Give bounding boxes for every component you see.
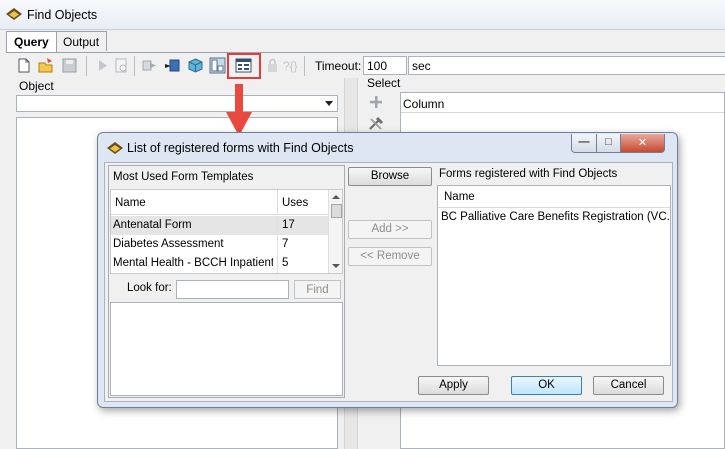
save-icon[interactable] xyxy=(61,57,78,74)
tools-icon[interactable] xyxy=(367,116,385,132)
ok-button[interactable]: OK xyxy=(511,376,582,395)
dialog-title: List of registered forms with Find Objec… xyxy=(127,141,354,155)
most-used-table[interactable]: Name Uses Antenatal Form 17 Diabetes Ass… xyxy=(110,189,343,274)
object-select[interactable] xyxy=(16,95,338,112)
timeout-input[interactable]: 100 xyxy=(363,56,407,75)
toolbar-highlight-box xyxy=(227,53,261,79)
scroll-thumb[interactable] xyxy=(331,204,342,218)
window-title: Find Objects xyxy=(27,8,98,22)
scroll-down-icon[interactable] xyxy=(332,264,340,268)
tab-query-label: Query xyxy=(14,35,49,49)
run-icon[interactable] xyxy=(94,57,111,74)
preview-icon[interactable] xyxy=(113,57,130,74)
maximize-icon: □ xyxy=(605,136,612,148)
find-button[interactable]: Find xyxy=(294,280,341,299)
form-name-cell: Mental Health - BCCH Inpatient... xyxy=(113,257,273,269)
column-header-name[interactable]: Name xyxy=(115,197,146,209)
main-title-bar: Find Objects xyxy=(0,0,725,30)
parameters-icon[interactable]: ?{} xyxy=(282,57,299,74)
look-for-input[interactable] xyxy=(176,280,289,299)
tab-output-label: Output xyxy=(63,35,100,49)
form-uses-cell: 7 xyxy=(277,235,328,254)
vertical-scrollbar[interactable] xyxy=(328,190,342,273)
dialog-app-icon xyxy=(107,142,123,154)
scroll-up-icon[interactable] xyxy=(332,195,340,199)
timeout-label: Timeout: xyxy=(315,59,362,73)
form-uses-cell: 5 xyxy=(277,254,328,273)
column-header-name[interactable]: Name xyxy=(438,186,670,208)
toolbar-separator xyxy=(86,56,87,76)
table-row[interactable]: Antenatal Form 17 xyxy=(111,216,328,235)
red-arrow-pointer xyxy=(226,84,252,136)
apply-button[interactable]: Apply xyxy=(418,376,489,395)
close-button[interactable]: ✕ xyxy=(620,134,665,153)
chevron-down-icon[interactable] xyxy=(325,101,333,106)
cube-icon[interactable] xyxy=(187,57,204,74)
remove-button[interactable]: << Remove xyxy=(348,247,432,266)
registered-forms-title: Forms registered with Find Objects xyxy=(439,168,618,180)
table-row[interactable]: Diabetes Assessment 7 xyxy=(111,235,328,254)
registered-forms-dialog: List of registered forms with Find Objec… xyxy=(97,132,678,408)
form-name-cell: Antenatal Form xyxy=(113,219,192,231)
minimize-button[interactable]: — xyxy=(571,134,597,153)
registered-forms-table[interactable]: Name BC Palliative Care Benefits Registr… xyxy=(437,185,671,366)
timeout-unit: sec xyxy=(408,56,725,75)
toolbar-separator xyxy=(134,56,135,76)
look-for-label: Look for: xyxy=(127,282,172,294)
add-button[interactable]: Add >> xyxy=(348,220,432,239)
import-icon[interactable] xyxy=(164,57,181,74)
most-used-table-header: Name Uses xyxy=(111,190,328,215)
export-icon[interactable] xyxy=(141,57,158,74)
minimize-icon: — xyxy=(578,136,590,148)
svg-text:?{}: ?{} xyxy=(283,59,298,73)
column-header[interactable]: Column xyxy=(401,93,724,113)
browse-button[interactable]: Browse xyxy=(348,167,432,186)
form-uses-cell: 17 xyxy=(277,216,328,235)
column-header-uses[interactable]: Uses xyxy=(277,190,328,215)
most-used-title: Most Used Form Templates xyxy=(113,171,254,183)
toolbar: ?{} Timeout: 100 sec xyxy=(6,52,725,79)
tab-output[interactable]: Output xyxy=(55,31,108,51)
toolbar-separator xyxy=(304,56,305,76)
search-results-list[interactable] xyxy=(110,302,343,396)
select-label: Select xyxy=(367,76,401,90)
object-label: Object xyxy=(19,79,54,93)
tab-query[interactable]: Query xyxy=(6,31,57,52)
lock-icon[interactable] xyxy=(264,57,281,74)
open-icon[interactable] xyxy=(37,57,54,74)
close-icon: ✕ xyxy=(637,137,648,149)
layout-icon[interactable] xyxy=(209,57,226,74)
dialog-body: Most Used Form Templates Name Uses Anten… xyxy=(104,162,673,402)
new-icon[interactable] xyxy=(15,57,32,74)
maximize-button[interactable]: □ xyxy=(596,134,621,153)
most-used-group: Most Used Form Templates Name Uses Anten… xyxy=(108,165,345,398)
table-row[interactable]: Mental Health - BCCH Inpatient... 5 xyxy=(111,254,328,273)
app-icon xyxy=(6,8,22,20)
add-column-icon[interactable] xyxy=(368,94,384,110)
cancel-button[interactable]: Cancel xyxy=(593,376,664,395)
table-row[interactable]: BC Palliative Care Benefits Registration… xyxy=(438,208,670,227)
form-name-cell: Diabetes Assessment xyxy=(113,238,224,250)
